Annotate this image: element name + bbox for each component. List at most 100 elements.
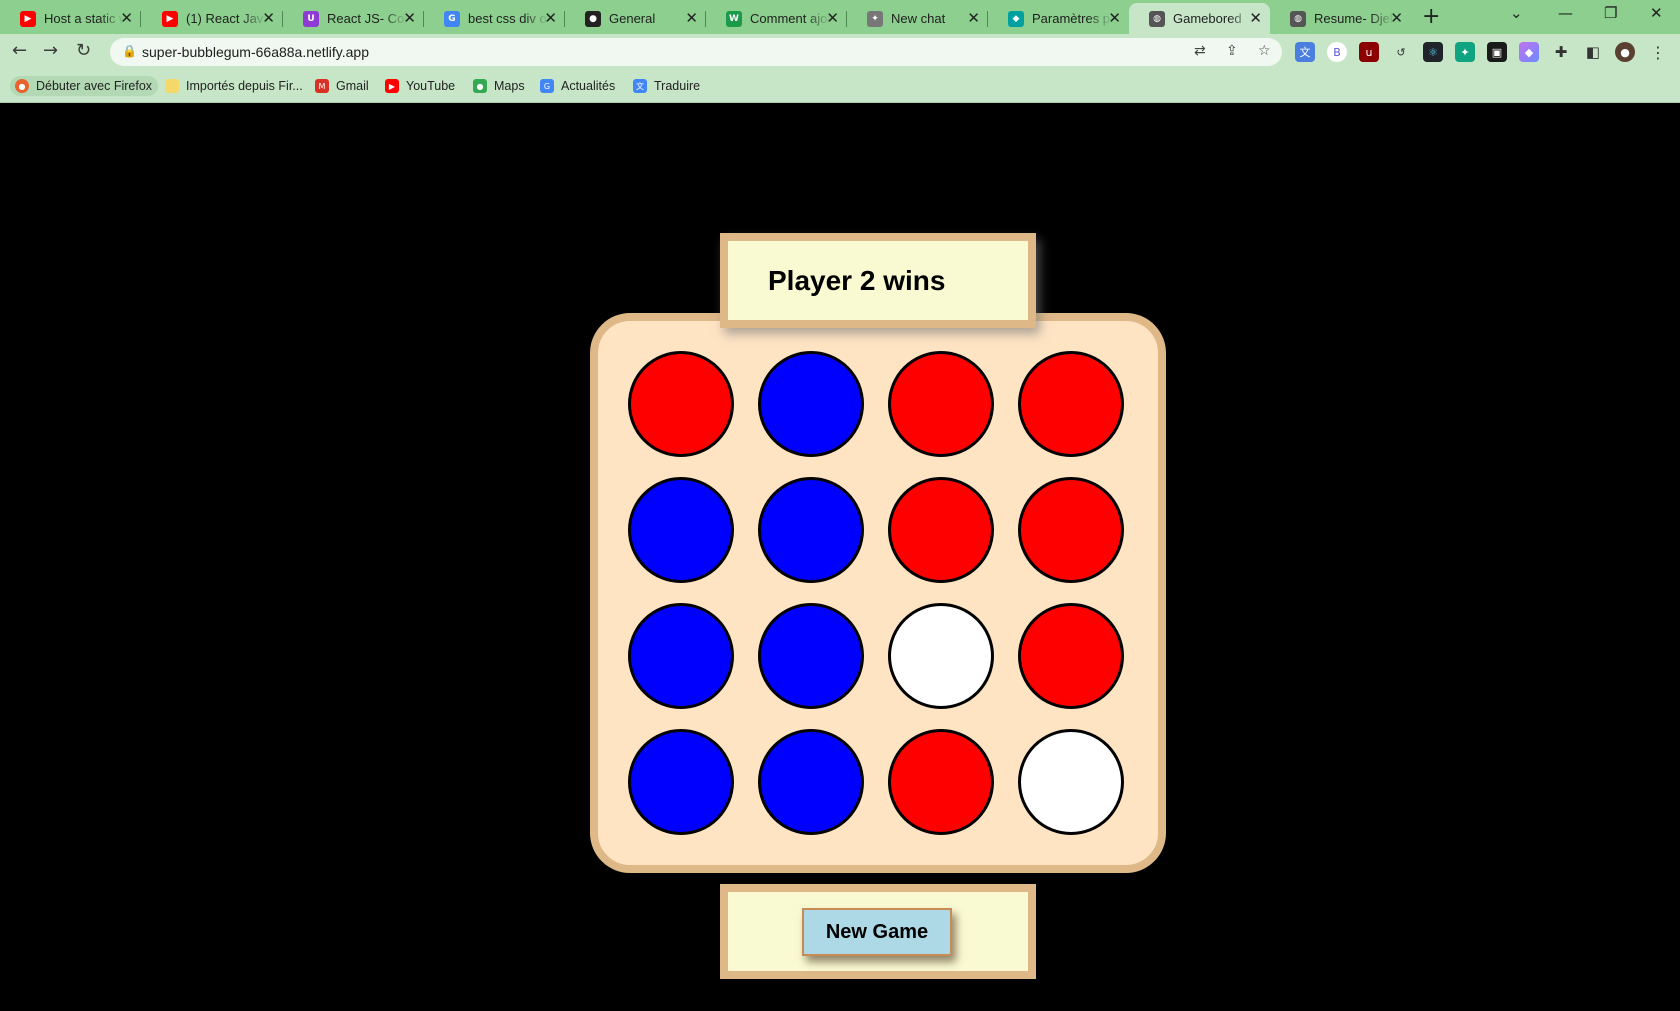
lock-icon: 🔒 bbox=[122, 44, 137, 58]
extensions-puzzle-icon[interactable]: ✚ bbox=[1551, 42, 1571, 62]
browser-toolbar: ← → ↻ 🔒 super-bubblegum-66a88a.netlify.a… bbox=[0, 34, 1680, 70]
close-tab-icon[interactable]: ✕ bbox=[1249, 9, 1262, 27]
bookmark-star-icon[interactable]: ☆ bbox=[1258, 43, 1271, 59]
close-tab-icon[interactable]: ✕ bbox=[262, 9, 275, 27]
youtube-icon: ▶ bbox=[20, 10, 36, 27]
url-text[interactable]: super-bubblegum-66a88a.netlify.app bbox=[142, 44, 369, 60]
maps-pin-icon: ● bbox=[473, 79, 487, 93]
close-tab-icon[interactable]: ✕ bbox=[120, 9, 133, 27]
browser-tab[interactable]: U React JS- Com ✕ bbox=[283, 3, 424, 34]
menu-kebab-icon[interactable]: ⋮ bbox=[1648, 42, 1668, 62]
board-cell-red[interactable] bbox=[1018, 603, 1124, 709]
browser-tab[interactable]: ◆ Paramètres po ✕ bbox=[988, 3, 1129, 34]
tab-title: (1) React JavaS bbox=[186, 11, 266, 26]
diamond-app-icon: ◆ bbox=[1008, 10, 1024, 27]
board-cell-white[interactable] bbox=[888, 603, 994, 709]
tab-title: React JS- Com bbox=[327, 11, 407, 26]
board-cell-blue[interactable] bbox=[628, 603, 734, 709]
browser-tab[interactable]: ▶ Host a static w ✕ bbox=[0, 3, 141, 34]
bookmark-label: Actualités bbox=[561, 79, 616, 93]
profile-avatar[interactable]: ● bbox=[1615, 42, 1635, 62]
browser-tab-strip: + ⌄ — ❐ ✕ ▶ Host a static w ✕ ▶ (1) React Ja… bbox=[0, 0, 1680, 34]
b-extension-icon[interactable]: B bbox=[1327, 42, 1347, 62]
browser-tab[interactable]: W Comment ajou ✕ bbox=[706, 3, 847, 34]
minimize-icon[interactable]: — bbox=[1558, 4, 1573, 22]
controls-panel: New Game bbox=[720, 884, 1036, 979]
bookmark-item[interactable]: 文 Traduire bbox=[633, 76, 700, 96]
board-cell-blue[interactable] bbox=[628, 729, 734, 835]
bookmark-label: Gmail bbox=[336, 79, 369, 93]
status-panel: Player 2 wins bbox=[720, 233, 1036, 328]
board-cell-blue[interactable] bbox=[758, 351, 864, 457]
board-cell-red[interactable] bbox=[1018, 351, 1124, 457]
bookmark-label: Traduire bbox=[654, 79, 701, 93]
board-cell-blue[interactable] bbox=[758, 729, 864, 835]
browser-tab[interactable]: ● General ✕ bbox=[565, 3, 706, 34]
close-tab-icon[interactable]: ✕ bbox=[1390, 9, 1403, 27]
board-cell-blue[interactable] bbox=[628, 477, 734, 583]
close-tab-icon[interactable]: ✕ bbox=[544, 9, 557, 27]
restore-icon[interactable]: ❐ bbox=[1604, 4, 1617, 22]
translate-icon: 文 bbox=[633, 79, 647, 93]
youtube-icon: ▶ bbox=[385, 79, 399, 93]
tab-title: Comment ajou bbox=[750, 11, 830, 26]
chatgpt-extension-icon[interactable]: ✦ bbox=[1455, 42, 1475, 62]
reload-icon[interactable]: ↻ bbox=[76, 40, 91, 61]
close-tab-icon[interactable]: ✕ bbox=[826, 9, 839, 27]
board-cell-blue[interactable] bbox=[758, 603, 864, 709]
tab-title: New chat bbox=[891, 11, 946, 26]
board-cell-blue[interactable] bbox=[758, 477, 864, 583]
close-tab-icon[interactable]: ✕ bbox=[1108, 9, 1121, 27]
bookmark-item[interactable]: Importés depuis Fir... bbox=[165, 76, 303, 96]
browser-tab[interactable]: ◍ Resume- Djell ✕ bbox=[1270, 3, 1411, 34]
browser-tab[interactable]: ✦ New chat ✕ bbox=[847, 3, 988, 34]
sync-extension-icon[interactable]: ↺ bbox=[1391, 42, 1411, 62]
share-icon[interactable]: ⇪ bbox=[1226, 43, 1238, 59]
tab-title: best css div of bbox=[468, 11, 548, 26]
browser-tab[interactable]: ◍ Gamebored ✕ bbox=[1129, 3, 1270, 34]
browser-tab[interactable]: ▶ (1) React JavaS✕ bbox=[142, 3, 283, 34]
board-cell-red[interactable] bbox=[888, 729, 994, 835]
tab-title: Paramètres po bbox=[1032, 11, 1112, 26]
globe-icon: ◍ bbox=[1149, 10, 1165, 27]
tab-title: Resume- Djell bbox=[1314, 11, 1394, 26]
close-tab-icon[interactable]: ✕ bbox=[685, 9, 698, 27]
close-window-icon[interactable]: ✕ bbox=[1650, 4, 1663, 22]
google-icon: G bbox=[444, 10, 460, 27]
purple-app-icon: U bbox=[303, 10, 319, 27]
board-cell-white[interactable] bbox=[1018, 729, 1124, 835]
w-app-icon: W bbox=[726, 10, 742, 27]
tab-separator bbox=[140, 11, 141, 27]
dark-extension-icon[interactable]: ▣ bbox=[1487, 42, 1507, 62]
github-icon: ● bbox=[585, 10, 601, 27]
react-devtools-icon[interactable]: ⚛ bbox=[1423, 42, 1443, 62]
close-tab-icon[interactable]: ✕ bbox=[403, 9, 416, 27]
new-game-button[interactable]: New Game bbox=[802, 908, 952, 956]
tab-search-chevron-icon[interactable]: ⌄ bbox=[1510, 4, 1523, 22]
translate-extension-icon[interactable]: 文 bbox=[1295, 42, 1315, 62]
browser-tab[interactable]: Gbest css div of ✕ bbox=[424, 3, 565, 34]
tab-title: General bbox=[609, 11, 656, 26]
bookmark-item[interactable]: M Gmail bbox=[315, 76, 369, 96]
bookmark-item[interactable]: ▶ YouTube bbox=[385, 76, 455, 96]
game-board bbox=[590, 313, 1166, 873]
gradient-extension-icon[interactable]: ◆ bbox=[1519, 42, 1539, 62]
back-icon[interactable]: ← bbox=[12, 40, 27, 61]
new-tab-button[interactable]: + bbox=[1422, 4, 1440, 29]
ublock-extension-icon[interactable]: u bbox=[1359, 42, 1379, 62]
globe-icon: ◍ bbox=[1290, 10, 1306, 27]
board-cell-red[interactable] bbox=[1018, 477, 1124, 583]
board-cell-red[interactable] bbox=[888, 351, 994, 457]
board-cell-red[interactable] bbox=[628, 351, 734, 457]
board-cell-red[interactable] bbox=[888, 477, 994, 583]
forward-icon[interactable]: → bbox=[43, 40, 58, 61]
firefox-icon: ● bbox=[15, 79, 29, 93]
bookmark-item[interactable]: G Actualités bbox=[540, 76, 615, 96]
side-panel-icon[interactable]: ◧ bbox=[1583, 42, 1603, 62]
close-tab-icon[interactable]: ✕ bbox=[967, 9, 980, 27]
bookmark-label: Importés depuis Fir... bbox=[186, 79, 303, 93]
bookmark-item[interactable]: ● Maps bbox=[473, 76, 525, 96]
bookmark-item[interactable]: ● Débuter avec Firefox bbox=[10, 76, 159, 96]
address-bar[interactable]: 🔒 super-bubblegum-66a88a.netlify.app ⇄ ⇪… bbox=[110, 38, 1282, 66]
translate-page-icon[interactable]: ⇄ bbox=[1194, 43, 1206, 59]
